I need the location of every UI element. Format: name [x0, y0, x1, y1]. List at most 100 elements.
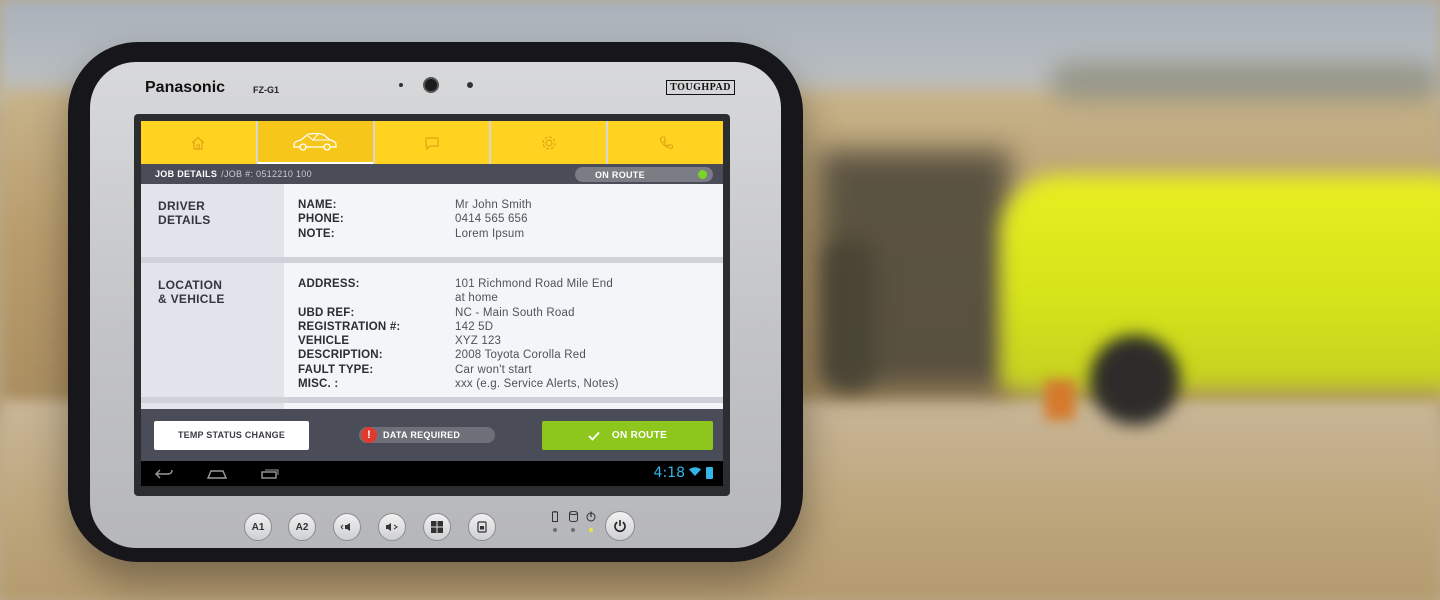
indicator-dot	[571, 528, 575, 532]
tablet-device: Panasonic FZ-G1 TOUGHPAD JOB DETAILS /JO…	[68, 42, 803, 562]
indicator-dot-on	[589, 528, 593, 532]
detail-label: FAULT TYPE:	[298, 363, 374, 376]
recent-apps-icon	[261, 469, 279, 479]
detail-label: NAME:	[298, 199, 337, 211]
background-traffic-cone	[1045, 380, 1075, 420]
driver-details-body: NAME: Mr John Smith PHONE: 0414 565 656 NO…	[284, 184, 723, 257]
gear-icon	[542, 135, 556, 150]
volume-down-icon	[340, 523, 350, 531]
top-navigation	[141, 121, 723, 164]
detail-value: NC - Main South Road	[455, 306, 575, 319]
light-sensor-icon	[467, 82, 473, 88]
detail-row: ADDRESS: 101 Richmond Road Mile End	[298, 277, 723, 291]
detail-value: XYZ 123	[455, 335, 502, 348]
breadcrumb: JOB DETAILS /JOB #: 0512210 100 ON ROUTE	[141, 164, 723, 184]
detail-label: ADDRESS:	[298, 278, 360, 290]
phone-icon	[659, 135, 673, 149]
breadcrumb-job-number: /JOB #: 0512210 100	[221, 169, 312, 179]
home-button[interactable]	[207, 469, 227, 479]
model-label: FZ-G1	[253, 85, 279, 95]
chat-icon	[425, 136, 439, 150]
section-title-line: LOCATION	[158, 278, 223, 292]
volume-up-button[interactable]	[378, 513, 406, 541]
detail-row: MISC. : xxx (e.g. Service Alerts, Notes)	[298, 377, 723, 391]
detail-row: NOTE: Lorem Ipsum	[298, 227, 723, 241]
detail-value: xxx (e.g. Service Alerts, Notes)	[455, 378, 619, 391]
tab-messages[interactable]	[374, 121, 490, 164]
detail-value: 2008 Toyota Corolla Red	[455, 349, 586, 362]
detail-row: REGISTRATION #: 142 5D	[298, 320, 723, 334]
power-indicator	[584, 511, 598, 541]
section-title: LOCATION & VEHICLE	[141, 263, 284, 397]
system-navigation-bar: 4:18	[141, 461, 723, 486]
detail-row: FAULT TYPE: Car won't start	[298, 363, 723, 377]
back-button[interactable]	[155, 469, 173, 479]
location-vehicle-section: LOCATION & VEHICLE ADDRESS: 101 Richmond …	[141, 263, 723, 403]
temp-status-change-button[interactable]: TEMP STATUS CHANGE	[154, 420, 309, 450]
detail-label: NOTE:	[298, 227, 335, 240]
volume-up-icon	[386, 523, 398, 531]
data-required-badge[interactable]: ! DATA REQUIRED	[359, 427, 495, 443]
breadcrumb-title: JOB DETAILS	[155, 169, 218, 179]
tab-vehicle[interactable]	[257, 121, 373, 164]
detail-label: PHONE:	[298, 213, 344, 226]
a1-button[interactable]: A1	[244, 513, 272, 541]
detail-value: Car won't start	[455, 363, 532, 376]
section-title-line: DRIVER	[158, 199, 206, 213]
a2-button[interactable]: A2	[288, 513, 316, 541]
rotation-lock-button[interactable]	[468, 513, 496, 541]
status-toggle[interactable]: ON ROUTE	[575, 167, 713, 182]
storage-indicator	[566, 511, 580, 541]
home-nav-icon	[207, 469, 227, 479]
driver-details-section: DRIVER DETAILS NAME: Mr John Smith PHONE:…	[141, 184, 723, 263]
detail-label: REGISTRATION #:	[298, 320, 401, 333]
status-toggle-label: ON ROUTE	[595, 169, 645, 180]
detail-value: 0414 565 656	[455, 213, 528, 226]
recent-apps-button[interactable]	[261, 469, 279, 479]
tablet-bezel: Panasonic FZ-G1 TOUGHPAD JOB DETAILS /JO…	[90, 62, 781, 548]
location-vehicle-body: ADDRESS: 101 Richmond Road Mile End at ho…	[284, 263, 723, 397]
indicator-dot	[553, 528, 557, 532]
section-title: DRIVER DETAILS	[141, 184, 284, 257]
wifi-icon	[689, 467, 701, 476]
power-status-icon	[586, 511, 596, 522]
action-bar: TEMP STATUS CHANGE ! DATA REQUIRED ON RO…	[141, 409, 723, 461]
app-screen: JOB DETAILS /JOB #: 0512210 100 ON ROUTE…	[141, 121, 723, 486]
detail-label: VEHICLE	[298, 335, 350, 348]
storage-status-icon	[568, 511, 578, 522]
detail-row: UBD REF: NC - Main South Road	[298, 306, 723, 320]
rotation-lock-icon	[477, 521, 487, 533]
tab-phone[interactable]	[608, 121, 723, 164]
screen-frame: JOB DETAILS /JOB #: 0512210 100 ON ROUTE…	[134, 114, 730, 496]
detail-value: Lorem Ipsum	[455, 227, 525, 240]
section-title-line: & VEHICLE	[158, 292, 225, 306]
detail-label: UBD REF:	[298, 306, 355, 319]
tab-settings[interactable]	[491, 121, 607, 164]
tab-home[interactable]	[141, 121, 256, 164]
brand-logo: Panasonic	[145, 79, 226, 96]
system-clock: 4:18	[653, 465, 685, 481]
detail-row: NAME: Mr John Smith	[298, 198, 723, 212]
detail-row: VEHICLE XYZ 123	[298, 334, 723, 348]
toughpad-badge: TOUGHPAD	[666, 80, 735, 95]
data-required-label: DATA REQUIRED	[383, 430, 461, 440]
windows-button[interactable]	[423, 513, 451, 541]
detail-value: 142 5D	[455, 320, 494, 333]
detail-value: at home	[455, 292, 498, 305]
background-trees	[1050, 62, 1440, 102]
section-title-line: DETAILS	[158, 213, 211, 227]
detail-label: MISC. :	[298, 378, 339, 391]
battery-status-icon	[552, 511, 558, 522]
background-van	[1000, 175, 1440, 390]
check-icon	[588, 431, 600, 441]
sensor-icon	[399, 83, 403, 87]
detail-row: at home	[298, 291, 723, 305]
on-route-label: ON ROUTE	[611, 430, 668, 441]
on-route-button[interactable]: ON ROUTE	[542, 421, 713, 450]
status-indicator-light	[698, 170, 707, 179]
background-van-wheel	[1090, 335, 1180, 425]
volume-down-button[interactable]	[333, 513, 361, 541]
power-button[interactable]	[605, 511, 635, 541]
detail-row: PHONE: 0414 565 656	[298, 212, 723, 226]
job-details-content[interactable]: DRIVER DETAILS NAME: Mr John Smith PHONE:…	[141, 184, 723, 409]
